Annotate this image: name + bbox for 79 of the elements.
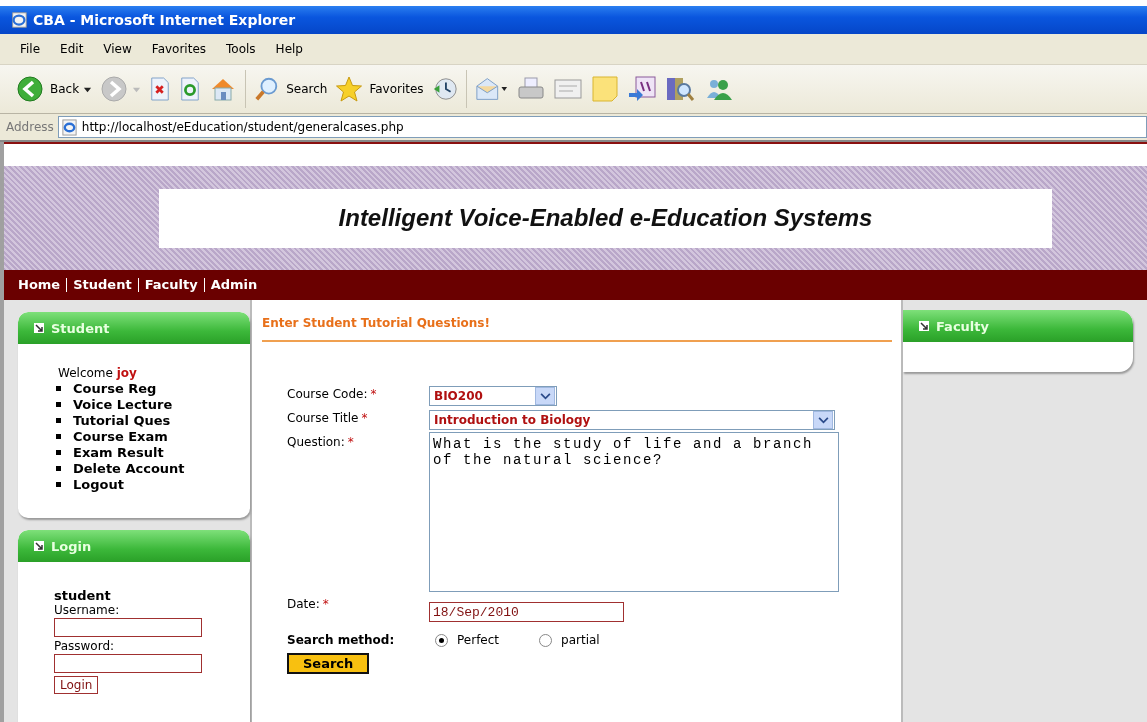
- login-heading: student: [54, 588, 111, 603]
- bullet-icon: [56, 465, 61, 471]
- printer-icon: [516, 76, 545, 102]
- menu-link[interactable]: Delete Account: [73, 460, 185, 476]
- forward-button[interactable]: [100, 75, 142, 103]
- menu-item[interactable]: File: [12, 42, 51, 56]
- login-button[interactable]: Login: [54, 676, 99, 694]
- document-icon: [552, 77, 583, 101]
- research-button[interactable]: [664, 75, 695, 103]
- panel-title: Student: [51, 320, 110, 336]
- discuss-button[interactable]: [626, 75, 657, 103]
- window-title: CBA - Microsoft Internet Explorer: [33, 12, 296, 28]
- address-field[interactable]: http://localhost/eEducation/student/generalcases.php: [57, 116, 1147, 138]
- menu-link[interactable]: Course Exam: [73, 428, 168, 444]
- panel-title: Faculty: [936, 318, 989, 334]
- stop-button[interactable]: [149, 77, 172, 101]
- bullet-icon: [56, 481, 61, 487]
- address-label: Address: [6, 120, 54, 134]
- browser-icon: [10, 11, 28, 29]
- password-label: Password:: [54, 639, 115, 653]
- discuss-icon: [626, 75, 657, 103]
- menu-item[interactable]: Tools: [216, 42, 266, 56]
- stop-icon: [149, 77, 172, 101]
- dropdown[interactable]: BIO200: [429, 386, 557, 406]
- bullet-icon: [56, 417, 61, 423]
- search-method-label: Search method:: [287, 633, 396, 647]
- bullet-icon: [56, 449, 61, 455]
- bullet-icon: [56, 401, 61, 407]
- envelope-icon: [474, 76, 509, 102]
- field-label: Question: *: [287, 434, 355, 449]
- username-field[interactable]: [54, 618, 202, 637]
- menu-item[interactable]: Favorites: [141, 42, 217, 56]
- books-icon: [664, 75, 695, 103]
- back-button[interactable]: Back: [16, 75, 93, 103]
- password-field[interactable]: [54, 654, 202, 673]
- nav-link[interactable]: Admin: [203, 278, 264, 292]
- radio-label[interactable]: Perfect: [457, 633, 500, 647]
- menu-link[interactable]: Logout: [73, 476, 124, 492]
- print-button[interactable]: [516, 76, 545, 102]
- search-button[interactable]: Search: [254, 76, 328, 102]
- arrow-icon: [34, 323, 44, 333]
- mail-button[interactable]: [474, 76, 509, 102]
- star-icon: [335, 75, 364, 103]
- panel-title: Login: [51, 538, 92, 554]
- menu-link[interactable]: Tutorial Ques: [73, 412, 171, 428]
- arrow-icon: [34, 541, 44, 551]
- field-label: Date: *: [287, 596, 330, 611]
- menu-item[interactable]: Help: [265, 42, 313, 56]
- menu-link[interactable]: Exam Result: [73, 444, 164, 460]
- radio-label[interactable]: partial: [561, 633, 600, 647]
- dropdown[interactable]: Introduction to Biology: [429, 410, 835, 430]
- field-label: Course Code: *: [287, 386, 378, 401]
- nav-link[interactable]: Home: [18, 278, 67, 292]
- menu-item[interactable]: Edit: [50, 42, 94, 56]
- welcome-text: Welcome joy: [58, 366, 138, 380]
- bullet-icon: [56, 433, 61, 439]
- nav-link[interactable]: Faculty: [137, 278, 204, 292]
- favorites-button[interactable]: Favorites: [335, 75, 424, 103]
- menu-link[interactable]: Voice Lecture: [73, 396, 173, 412]
- banner-title: Intelligent Voice-Enabled e-Education Systems: [159, 188, 1052, 248]
- back-icon: [16, 75, 44, 103]
- nav-link[interactable]: Student: [66, 278, 138, 292]
- menu-link[interactable]: Course Reg: [73, 380, 157, 396]
- chevron-icon: [813, 411, 833, 429]
- refresh-button[interactable]: [179, 77, 202, 101]
- refresh-icon: [179, 77, 202, 101]
- date-field[interactable]: 18/Sep/2010: [429, 602, 624, 622]
- menu-item[interactable]: View: [93, 42, 142, 56]
- field-label: Course Title *: [287, 410, 369, 425]
- search-button[interactable]: Search: [287, 653, 370, 674]
- chevron-icon: [535, 387, 555, 405]
- username-label: Username:: [54, 603, 120, 617]
- note-icon: [590, 75, 619, 103]
- bullet-icon: [56, 385, 61, 391]
- arrow-icon: [919, 321, 929, 331]
- forward-icon: [100, 75, 129, 103]
- page-icon: [60, 118, 78, 136]
- question-field[interactable]: What is the study of life and a branch of the natural science?: [429, 432, 839, 592]
- form-heading: Enter Student Tutorial Questions!: [262, 316, 892, 342]
